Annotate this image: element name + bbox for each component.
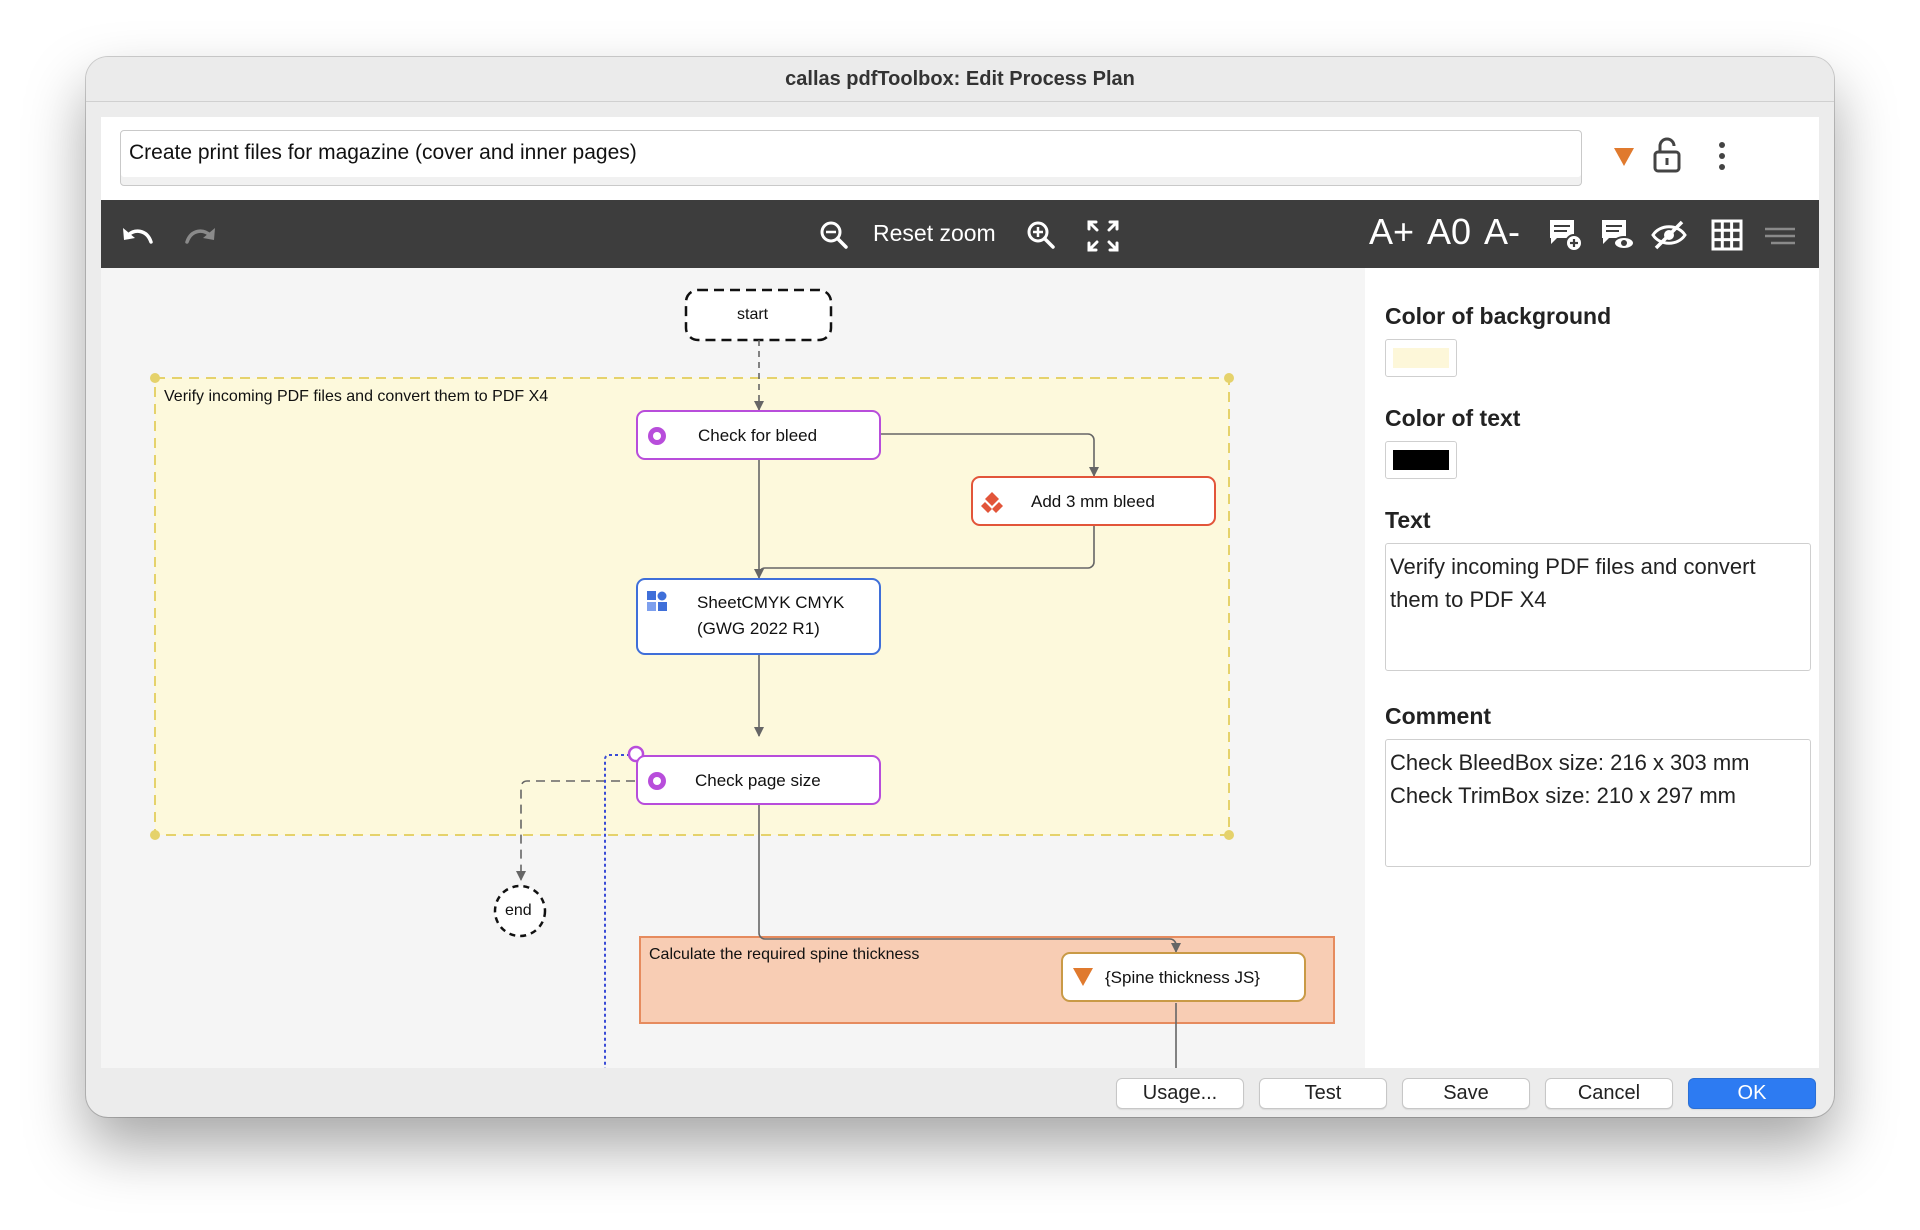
node-add-bleed-label: Add 3 mm bleed [1031,492,1155,511]
reset-zoom-button[interactable]: Reset zoom [873,220,996,247]
properties-panel: Color of background Color of text Text V… [1365,268,1819,1068]
dialog-window: callas pdfToolbox: Edit Process Plan Cre… [86,57,1834,1117]
fit-screen-icon[interactable] [1087,220,1119,252]
profile-icon [647,591,667,611]
add-comment-icon[interactable] [1547,217,1583,253]
triangle-orange-icon[interactable] [1613,147,1635,167]
node-check-page-size-label: Check page size [695,771,821,790]
window-title: callas pdfToolbox: Edit Process Plan [86,57,1834,102]
cancel-button[interactable]: Cancel [1545,1078,1673,1109]
font-reset-button[interactable]: A0 [1427,214,1471,250]
zoom-out-icon[interactable] [819,220,849,250]
zoom-in-icon[interactable] [1026,220,1056,250]
text-color-value [1393,450,1449,470]
group-spine-label: Calculate the required spine thickness [649,946,920,963]
comment-field[interactable]: Check BleedBox size: 216 x 303 mm Check … [1385,739,1811,867]
bg-color-value [1393,348,1449,368]
end-label: end [505,902,532,919]
hide-icon[interactable] [1651,219,1687,251]
align-icon[interactable] [1765,227,1797,245]
group-verify-label: Verify incoming PDF files and convert th… [164,388,549,405]
show-comments-icon[interactable] [1599,217,1635,253]
comment-label: Comment [1385,703,1492,729]
test-button[interactable]: Test [1259,1078,1387,1109]
node-sheet-cmyk-line1: SheetCMYK CMYK [697,593,845,612]
fixup-icon [981,492,1003,513]
diagram-toolbar: Reset zoom A+ A0 A- [101,200,1819,268]
bg-color-swatch[interactable] [1385,339,1457,377]
text-color-swatch[interactable] [1385,441,1457,479]
lock-open-icon[interactable] [1652,137,1682,173]
plan-name-input[interactable] [120,130,1582,186]
text-label: Text [1385,507,1431,533]
node-spine-js[interactable]: {Spine thickness JS} [1061,952,1306,1002]
grid-icon[interactable] [1711,219,1743,251]
bg-color-label: Color of background [1385,303,1612,329]
node-spine-js-label: {Spine thickness JS} [1105,968,1260,987]
diagram-canvas[interactable]: Verify incoming PDF files and convert th… [101,268,1365,1068]
text-color-label: Color of text [1385,405,1521,431]
plan-name-bar [101,117,1819,200]
node-sheet-cmyk[interactable]: SheetCMYK CMYK (GWG 2022 R1) [636,578,881,655]
more-vertical-icon[interactable] [1718,141,1726,171]
text-field[interactable]: Verify incoming PDF files and convert th… [1385,543,1811,671]
node-check-bleed-label: Check for bleed [698,426,818,445]
node-sheet-cmyk-line2: (GWG 2022 R1) [697,619,820,638]
ok-button[interactable]: OK [1688,1078,1816,1109]
check-icon [648,772,666,790]
font-increase-button[interactable]: A+ [1369,214,1414,250]
node-add-bleed[interactable]: Add 3 mm bleed [971,476,1216,526]
start-label: start [737,306,769,323]
js-triangle-icon [1073,968,1093,986]
undo-icon[interactable] [120,220,156,248]
save-button[interactable]: Save [1402,1078,1530,1109]
check-icon [648,427,666,445]
dialog-buttons: Usage... Test Save Cancel OK [86,1068,1834,1117]
node-check-page-size[interactable]: Check page size [636,755,881,805]
redo-icon[interactable] [182,220,218,248]
usage-button[interactable]: Usage... [1116,1078,1244,1109]
node-check-bleed[interactable]: Check for bleed [636,410,881,460]
font-decrease-button[interactable]: A- [1484,214,1520,250]
